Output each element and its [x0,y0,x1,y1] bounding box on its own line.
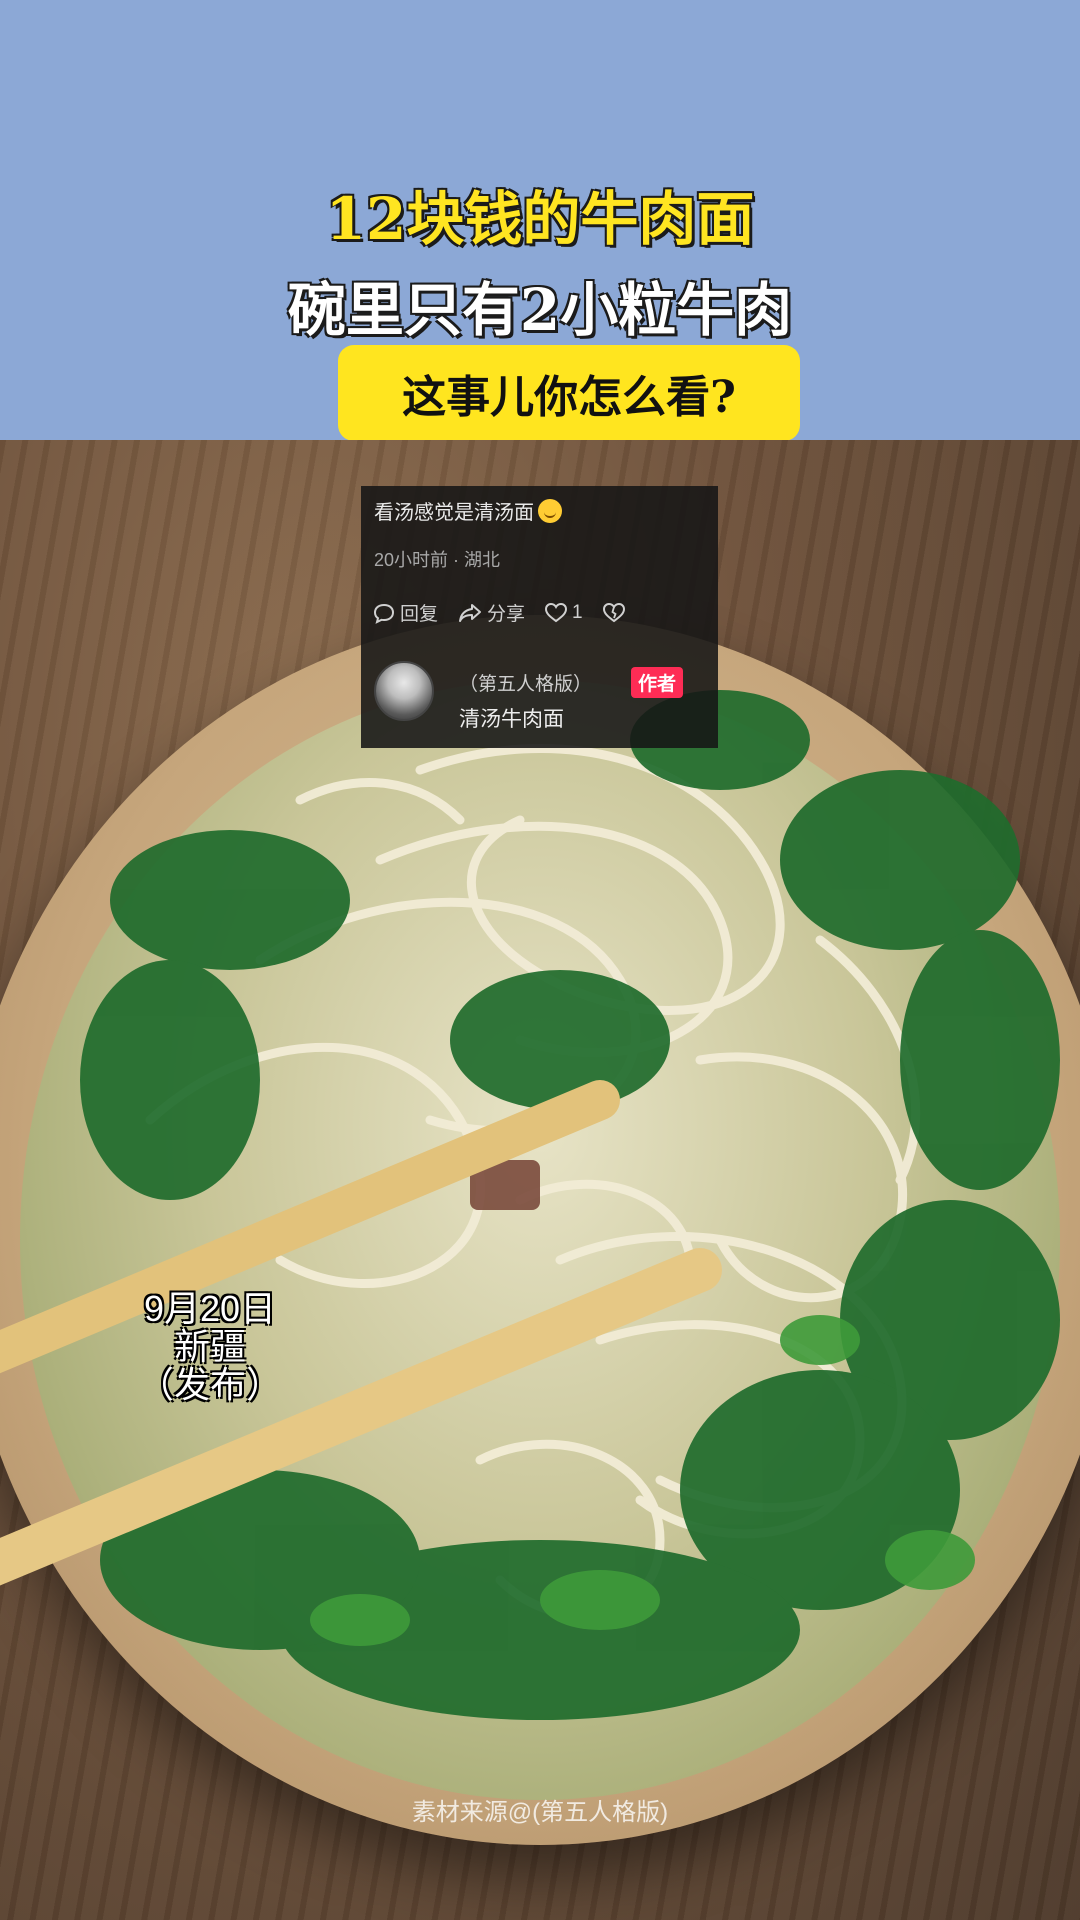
reply-author[interactable]: （第五人格版） [459,669,592,696]
avatar[interactable] [374,661,434,721]
comment-card: 看汤感觉是清汤面 20小时前 · 湖北 回复 分享 1 （第五人格版） 作者 清… [361,486,718,748]
header-banner: 12块钱的牛肉面 碗里只有2小粒牛肉 这事儿你怎么看? [0,0,1080,441]
share-label: 分享 [487,604,526,625]
question-text: 这事儿你怎么看? [402,372,736,423]
comment-meta: 20小时前 · 湖北 [374,550,501,570]
reply-text: 清汤牛肉面 [459,708,564,731]
reply-icon [373,603,395,624]
caption-place: 新疆 [173,1326,246,1367]
source-credit: 素材来源@(第五人格版) [411,1799,669,1826]
broken-heart-icon [602,602,625,622]
caption-date: 9月20日 [143,1288,277,1329]
comment-text: 看汤感觉是清汤面 [374,496,562,525]
author-reply: （第五人格版） 作者 清汤牛肉面 [374,661,704,731]
like-count: 1 [572,601,583,623]
author-badge: 作者 [631,667,684,698]
question-pill: 这事儿你怎么看? [338,345,800,441]
reply-button[interactable]: 回复 [373,599,438,626]
comment-body: 看汤感觉是清汤面 [374,502,534,524]
share-icon [459,603,482,622]
headline-line1: 12块钱的牛肉面 [325,185,755,253]
comment-actions: 回复 分享 1 [373,599,625,626]
caption-note: （发布） [137,1364,282,1405]
share-button[interactable]: 分享 [458,599,525,626]
dislike-button[interactable] [602,602,625,623]
like-button[interactable]: 1 [545,602,583,624]
heart-icon [545,602,568,622]
date-location-caption: 9月20日 新疆 （发布） [110,1290,310,1404]
headline-line2: 碗里只有2小粒牛肉 [287,276,793,344]
reply-label: 回复 [400,604,439,625]
grin-emoji-icon [538,499,562,523]
